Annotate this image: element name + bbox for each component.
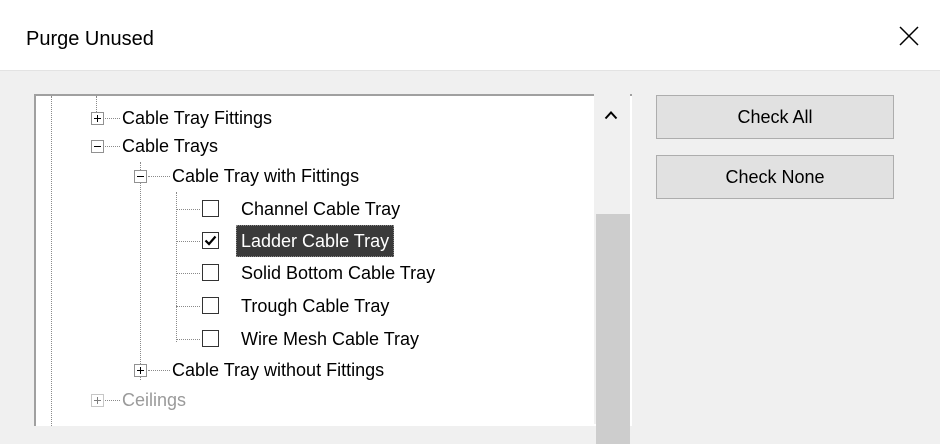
tree-item-cable-tray-with-fittings[interactable]: Cable Tray with Fittings: [36, 160, 596, 192]
tree-item-label: Cable Tray with Fittings: [172, 166, 360, 186]
tree-item-label: Trough Cable Tray: [241, 296, 390, 316]
tree-line: [176, 339, 200, 340]
checkmark-icon: [204, 235, 217, 246]
tree-item-trough-cable-tray[interactable]: Trough Cable Tray: [36, 290, 596, 322]
collapse-icon[interactable]: [91, 140, 104, 153]
expand-icon[interactable]: [91, 112, 104, 125]
tree-item-label: Wire Mesh Cable Tray: [241, 329, 420, 349]
tree-item-solid-bottom-cable-tray[interactable]: Solid Bottom Cable Tray: [36, 257, 596, 289]
dialog-title: Purge Unused: [26, 28, 154, 50]
tree-item-ladder-cable-tray[interactable]: Ladder Cable Tray: [36, 225, 596, 257]
tree-line: [176, 273, 200, 274]
tree-line: [176, 241, 200, 242]
tree-item-ceilings[interactable]: Ceilings: [36, 384, 596, 416]
collapse-icon[interactable]: [134, 170, 147, 183]
tree-line: [105, 146, 120, 147]
close-button[interactable]: [878, 0, 940, 70]
vertical-scrollbar[interactable]: [594, 94, 630, 444]
expand-icon[interactable]: [134, 364, 147, 377]
checkbox[interactable]: [202, 330, 219, 347]
checkbox[interactable]: [202, 264, 219, 281]
tree-item-channel-cable-tray[interactable]: Channel Cable Tray: [36, 193, 596, 225]
tree-item-label: Ladder Cable Tray: [236, 225, 395, 257]
tree-item-label: Cable Tray without Fittings: [172, 360, 385, 380]
tree-item-label: Solid Bottom Cable Tray: [241, 263, 436, 283]
check-all-button[interactable]: Check All: [656, 95, 894, 139]
tree-item-label: Cable Trays: [122, 136, 219, 156]
check-none-button[interactable]: Check None: [656, 155, 894, 199]
tree-line: [148, 176, 170, 177]
expand-icon[interactable]: [91, 394, 104, 407]
chevron-up-icon: [604, 111, 618, 120]
tree-item-label: Ceilings: [122, 390, 187, 410]
tree-line: [105, 400, 120, 401]
tree-item-cable-tray-without-fittings[interactable]: Cable Tray without Fittings: [36, 354, 596, 386]
title-bar: Purge Unused: [0, 0, 940, 71]
tree-item-wire-mesh-cable-tray[interactable]: Wire Mesh Cable Tray: [36, 323, 596, 355]
tree-line: [176, 306, 200, 307]
scroll-thumb[interactable]: [596, 214, 630, 444]
tree-line: [105, 118, 120, 119]
tree-line: [176, 209, 200, 210]
tree-item-label: Channel Cable Tray: [241, 199, 401, 219]
scroll-up-button[interactable]: [594, 94, 630, 134]
tree-line: [148, 370, 170, 371]
checkbox[interactable]: [202, 297, 219, 314]
tree-view[interactable]: Cable Tray Fittings Cable Trays Cable Tr…: [34, 94, 632, 426]
checkbox[interactable]: [202, 232, 219, 249]
checkbox[interactable]: [202, 200, 219, 217]
tree-item-cable-trays[interactable]: Cable Trays: [36, 130, 596, 162]
close-icon: [899, 26, 919, 46]
